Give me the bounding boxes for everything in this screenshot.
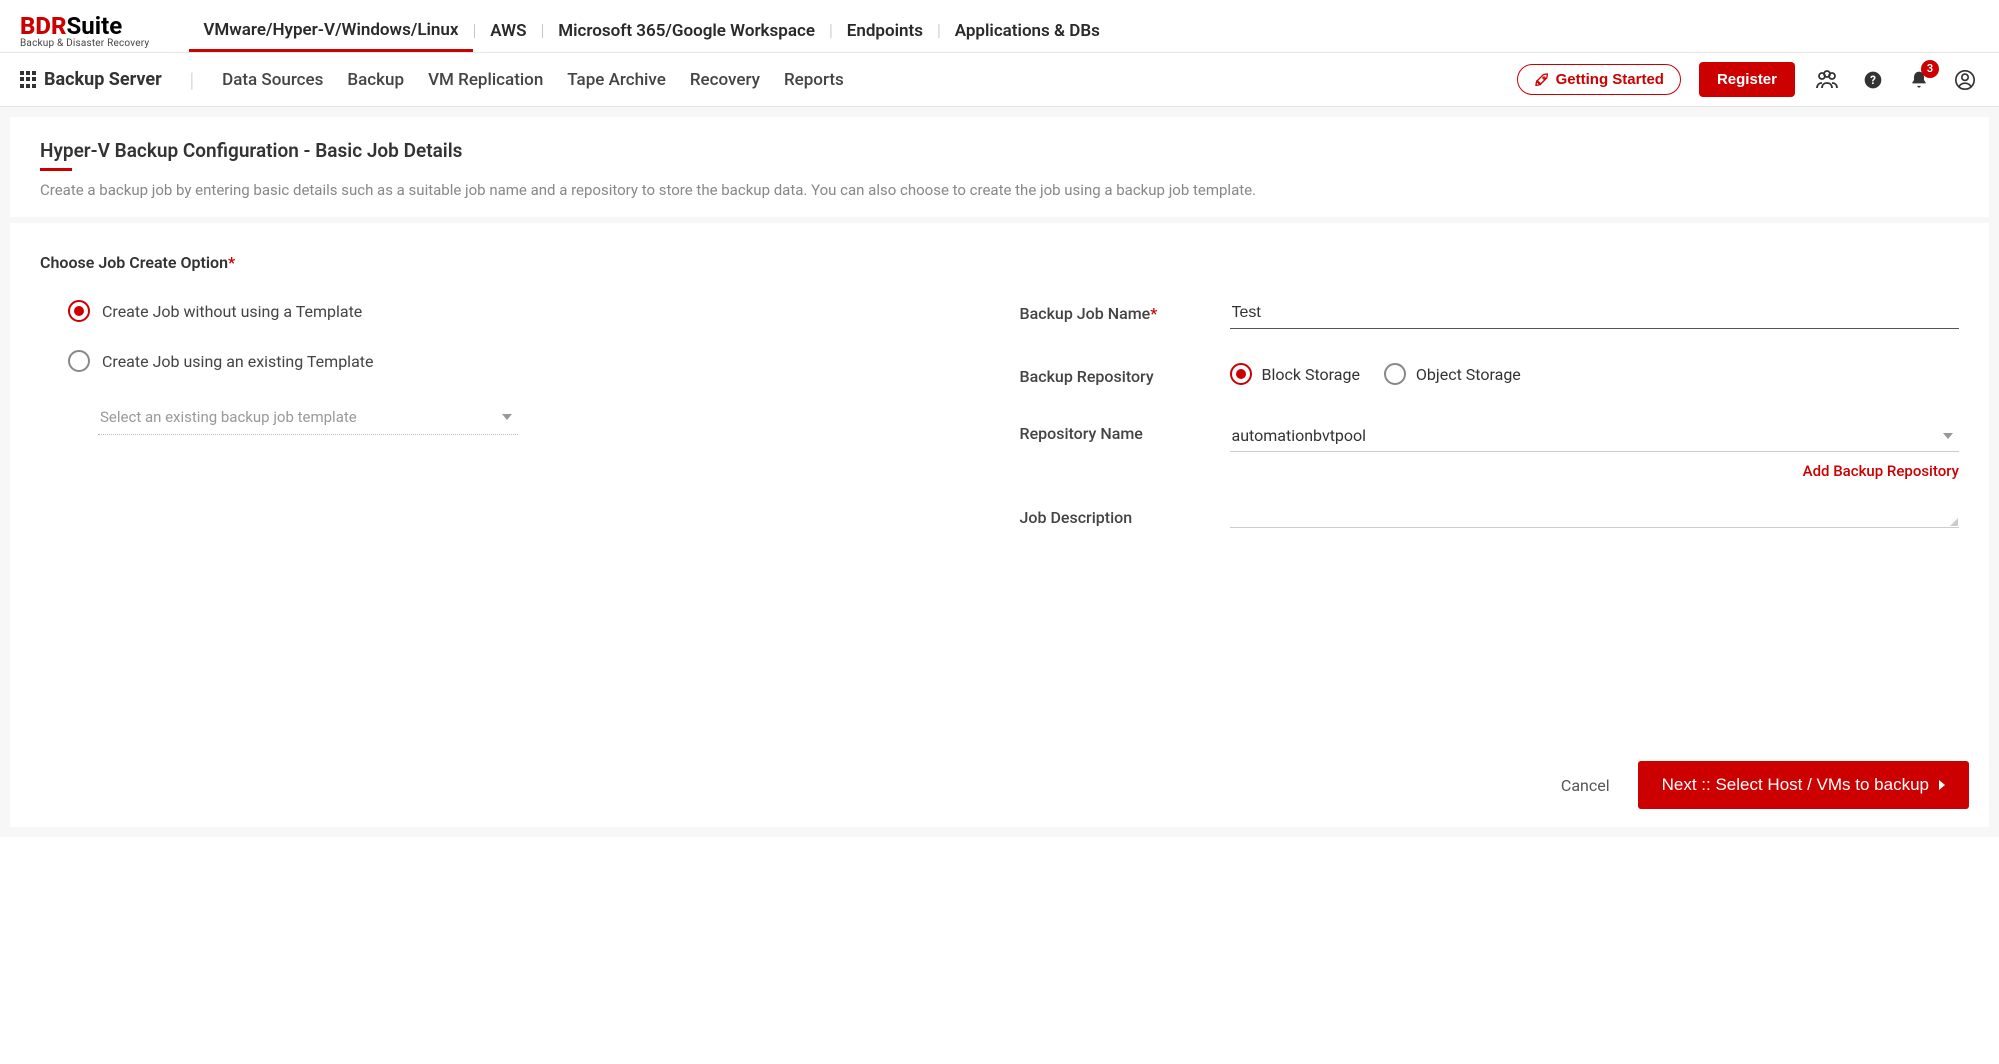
job-name-label: Backup Job Name* [1020, 300, 1230, 323]
secondnav-vm-replication[interactable]: VM Replication [428, 70, 543, 90]
topnav-apps-dbs[interactable]: Applications & DBs [941, 10, 1114, 52]
second-nav: Data Sources Backup VM Replication Tape … [222, 70, 844, 90]
radio-block-storage-label: Block Storage [1262, 365, 1360, 384]
backup-repository-label: Backup Repository [1020, 363, 1230, 386]
logo-suffix: Suite [67, 12, 123, 40]
help-icon-button[interactable]: ? [1859, 66, 1887, 94]
page-description: Create a backup job by entering basic de… [40, 181, 1959, 199]
apps-grid-icon [20, 71, 38, 89]
content-area: Hyper-V Backup Configuration - Basic Job… [0, 107, 1999, 837]
radio-label: Create Job using an existing Template [102, 352, 374, 371]
getting-started-label: Getting Started [1556, 71, 1664, 88]
template-select-placeholder: Select an existing backup job template [100, 408, 357, 426]
secondnav-reports[interactable]: Reports [784, 70, 844, 90]
topnav-m365[interactable]: Microsoft 365/Google Workspace [544, 10, 829, 52]
job-name-input[interactable] [1230, 300, 1960, 329]
next-button[interactable]: Next :: Select Host / VMs to backup [1638, 761, 1969, 809]
secondnav-backup[interactable]: Backup [347, 70, 404, 90]
getting-started-button[interactable]: Getting Started [1517, 64, 1681, 95]
radio-indicator [1384, 363, 1406, 385]
radio-block-storage[interactable]: Block Storage [1230, 363, 1360, 385]
top-nav: VMware/Hyper-V/Windows/Linux | AWS | Mic… [189, 10, 1114, 52]
account-icon-button[interactable] [1951, 66, 1979, 94]
topnav-vmware[interactable]: VMware/Hyper-V/Windows/Linux [189, 10, 472, 52]
template-select[interactable]: Select an existing backup job template [98, 400, 518, 435]
chevron-down-icon [1943, 433, 1953, 439]
secondnav-recovery[interactable]: Recovery [690, 70, 760, 90]
page-title: Hyper-V Backup Configuration - Basic Job… [40, 139, 462, 166]
radio-create-with-template[interactable]: Create Job using an existing Template [40, 350, 980, 372]
next-button-label: Next :: Select Host / VMs to backup [1662, 775, 1929, 795]
context-label: Backup Server [44, 69, 162, 90]
radio-object-storage[interactable]: Object Storage [1384, 363, 1521, 385]
radio-create-without-template[interactable]: Create Job without using a Template [40, 300, 980, 322]
help-icon: ? [1863, 70, 1883, 90]
radio-indicator-selected [1230, 363, 1252, 385]
repository-name-label: Repository Name [1020, 420, 1230, 443]
notifications-icon-button[interactable]: 3 [1905, 66, 1933, 94]
radio-object-storage-label: Object Storage [1416, 365, 1521, 384]
radio-indicator-selected [68, 300, 90, 322]
rocket-icon [1534, 72, 1550, 88]
chevron-down-icon [502, 414, 512, 420]
resize-handle-icon[interactable] [1949, 517, 1959, 527]
job-description-input[interactable] [1230, 504, 1960, 528]
vertical-separator: | [190, 68, 194, 92]
context-switcher[interactable]: Backup Server [20, 69, 162, 90]
choose-option-label: Choose Job Create Option* [40, 253, 1959, 272]
account-icon [1954, 69, 1976, 91]
card-body: Choose Job Create Option* Create Job wit… [10, 223, 1989, 743]
users-icon [1815, 70, 1839, 90]
cancel-button[interactable]: Cancel [1561, 776, 1610, 795]
left-column: Create Job without using a Template Crea… [40, 300, 980, 562]
users-icon-button[interactable] [1813, 66, 1841, 94]
repository-name-select[interactable]: automationbvtpool [1230, 420, 1960, 452]
top-navigation-bar: BDRSuite Backup & Disaster Recovery VMwa… [0, 0, 1999, 53]
product-logo: BDRSuite Backup & Disaster Recovery [20, 14, 149, 49]
logo-prefix: BDR [20, 12, 67, 40]
radio-label: Create Job without using a Template [102, 302, 362, 321]
add-backup-repository-link[interactable]: Add Backup Repository [1230, 462, 1960, 480]
register-button[interactable]: Register [1699, 62, 1795, 97]
job-description-label: Job Description [1020, 504, 1230, 527]
title-underline [40, 168, 72, 171]
chevron-right-icon [1939, 780, 1945, 790]
card-header: Hyper-V Backup Configuration - Basic Job… [10, 117, 1989, 223]
secondary-navigation-bar: Backup Server | Data Sources Backup VM R… [0, 53, 1999, 107]
notification-badge: 3 [1921, 60, 1939, 78]
wizard-footer: Cancel Next :: Select Host / VMs to back… [10, 743, 1989, 827]
topnav-aws[interactable]: AWS [476, 10, 540, 52]
topnav-endpoints[interactable]: Endpoints [833, 10, 937, 52]
secondnav-data-sources[interactable]: Data Sources [222, 70, 323, 90]
radio-indicator [68, 350, 90, 372]
svg-text:?: ? [1870, 73, 1876, 87]
logo-tagline: Backup & Disaster Recovery [20, 38, 149, 49]
right-column: Backup Job Name* Backup Repository [1020, 300, 1960, 562]
repository-name-value: automationbvtpool [1232, 426, 1367, 445]
secondnav-tape-archive[interactable]: Tape Archive [567, 70, 666, 90]
